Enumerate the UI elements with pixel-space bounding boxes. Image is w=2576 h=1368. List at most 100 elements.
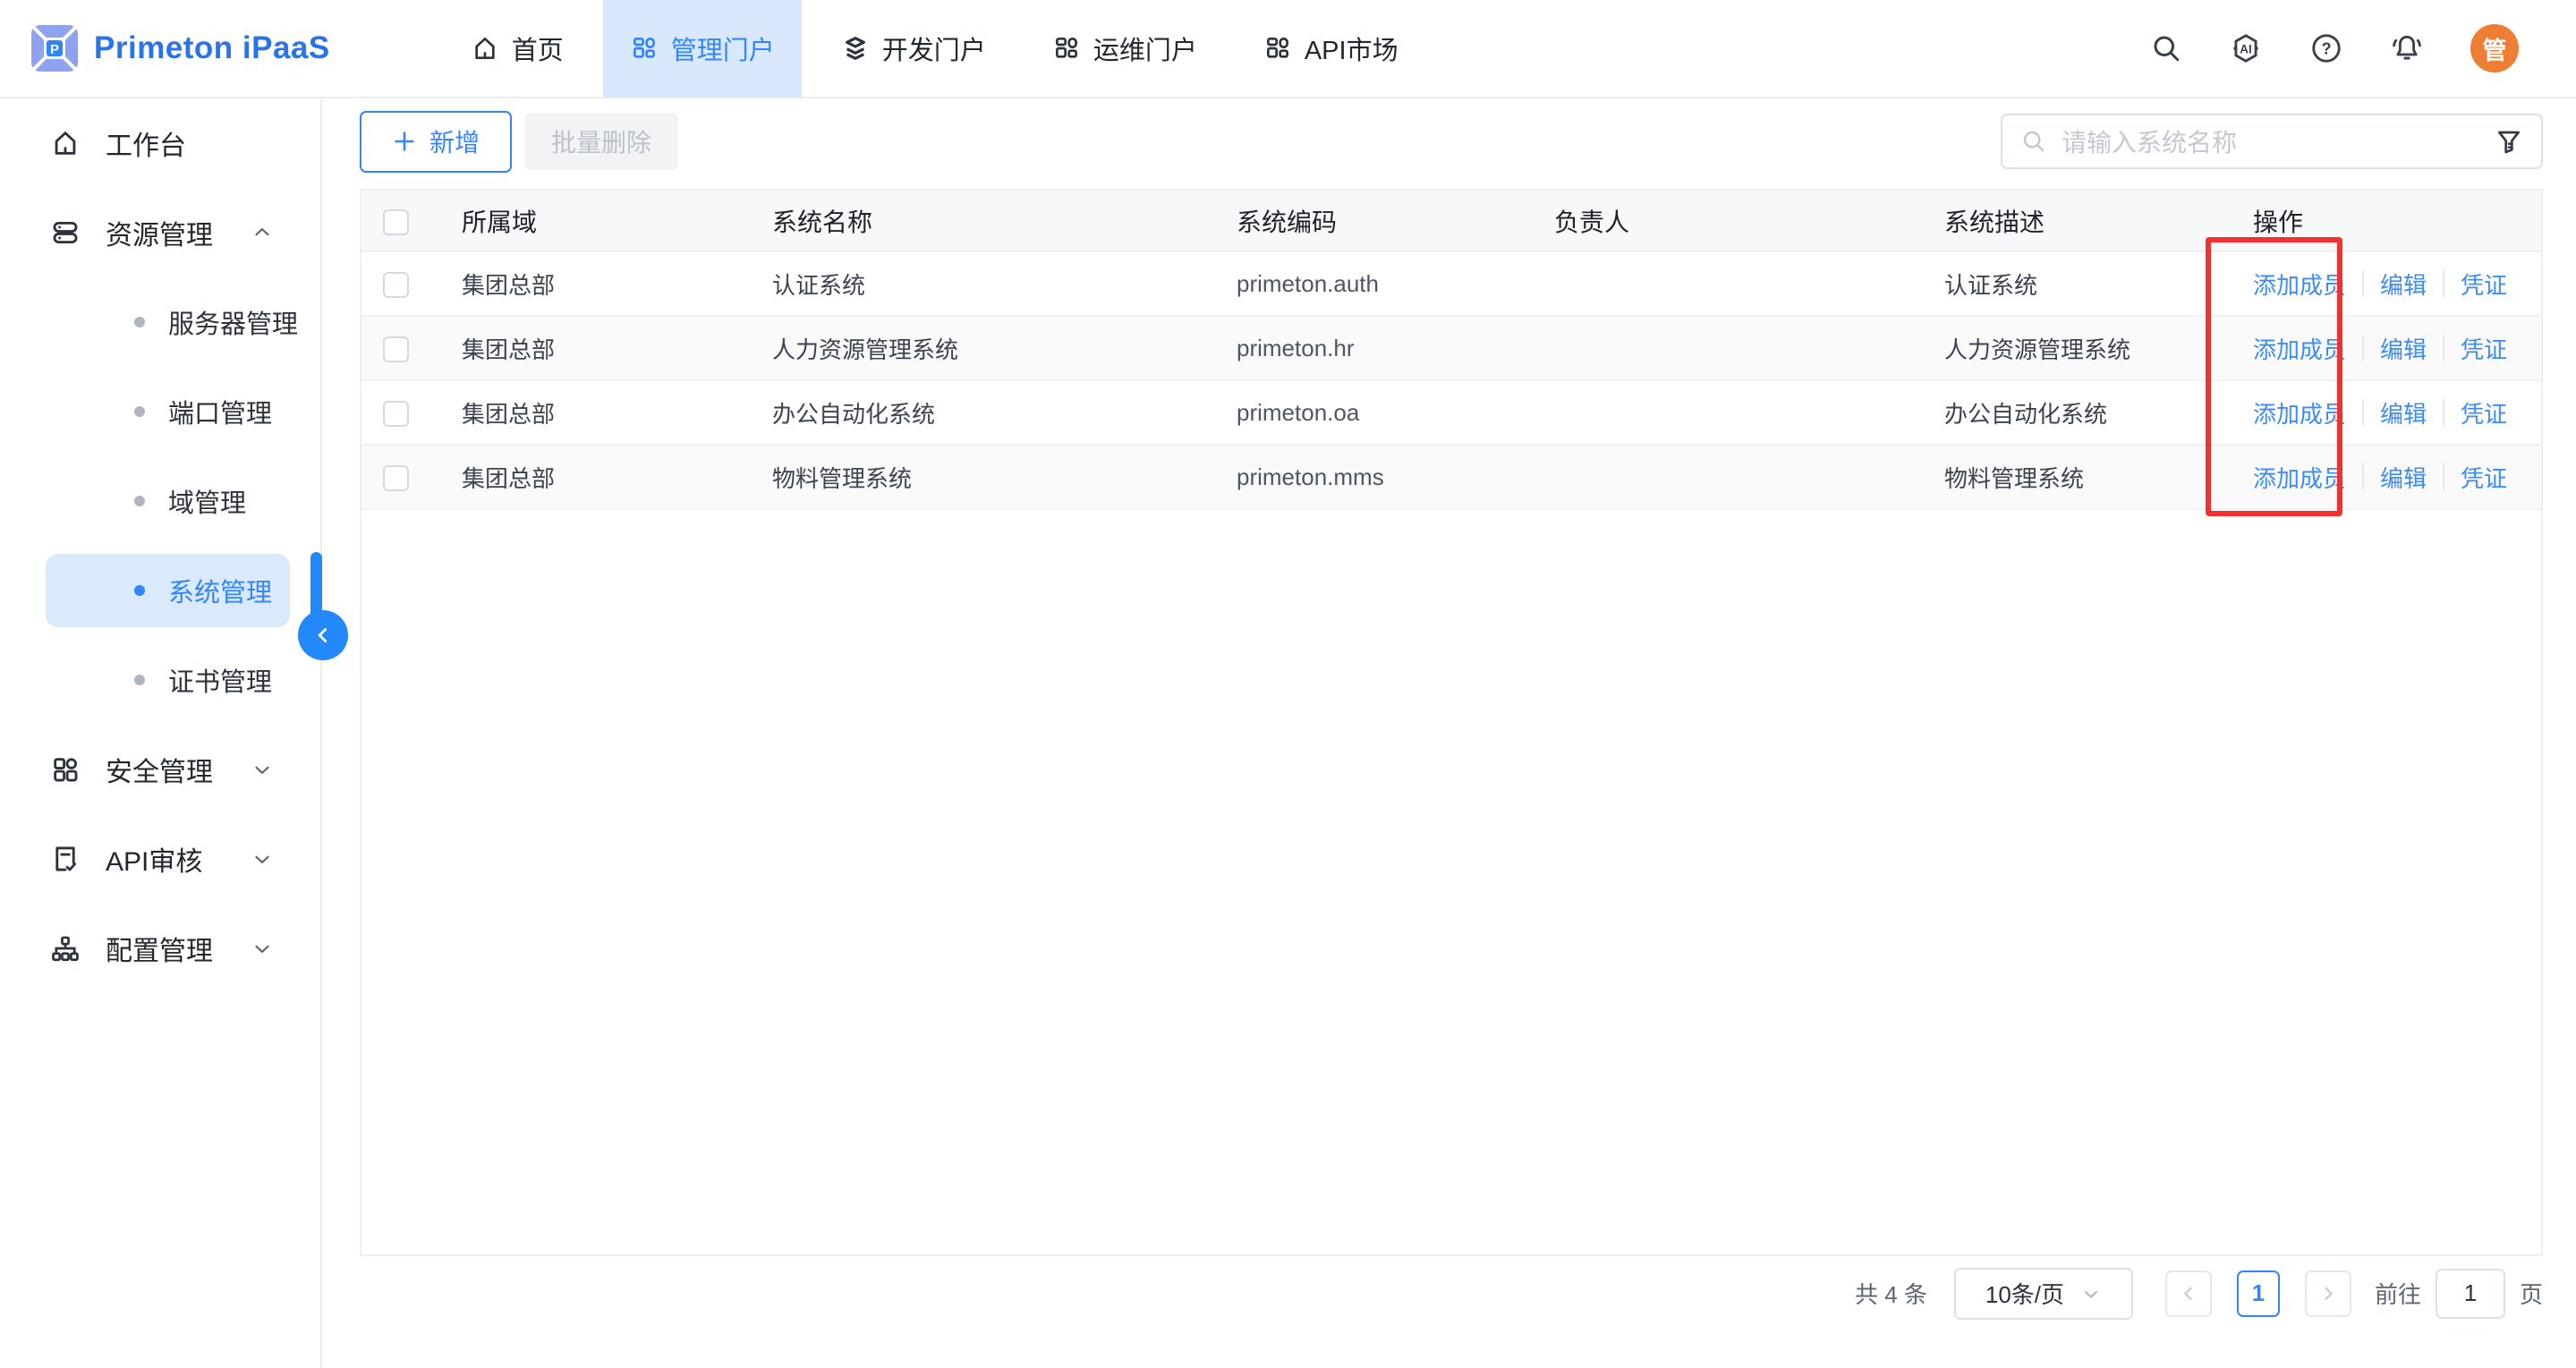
- brand: P Primeton iPaaS: [0, 23, 330, 73]
- credential-link[interactable]: 凭证: [2461, 461, 2507, 494]
- row-checkbox[interactable]: [383, 465, 409, 491]
- divider: [2362, 463, 2364, 490]
- search-input[interactable]: 请输入系统名称: [2001, 114, 2543, 169]
- top-nav: 首页 管理门户 开发门户 运维门户 API市场: [438, 0, 1432, 98]
- sidebar-item-server-mgmt[interactable]: 服务器管理: [0, 277, 320, 367]
- user-avatar[interactable]: 管: [2470, 24, 2519, 72]
- column-header-actions: 操作: [2232, 191, 2541, 251]
- goto-page-input[interactable]: 1: [2436, 1269, 2505, 1319]
- row-actions: 添加成员 编辑 凭证: [2253, 461, 2541, 494]
- filter-funnel-icon[interactable]: [2495, 127, 2523, 156]
- cell-domain: 集团总部: [440, 380, 751, 445]
- credential-link[interactable]: 凭证: [2461, 268, 2507, 301]
- notification-bell-icon[interactable]: [2390, 31, 2424, 65]
- bullet-dot-icon: [134, 317, 145, 327]
- chevron-left-icon: [311, 624, 335, 647]
- row-checkbox[interactable]: [383, 272, 409, 298]
- server-icon: [50, 217, 81, 248]
- cell-description: 物料管理系统: [1923, 445, 2232, 509]
- edit-link[interactable]: 编辑: [2380, 268, 2427, 301]
- add-button[interactable]: 新增: [360, 111, 512, 173]
- sidebar-item-cert-mgmt[interactable]: 证书管理: [0, 635, 320, 725]
- nav-ops-portal-label: 运维门户: [1093, 30, 1197, 67]
- grid-icon: [1263, 34, 1292, 63]
- sidebar-item-system-mgmt[interactable]: 系统管理: [46, 554, 290, 627]
- svg-text:P: P: [50, 42, 59, 57]
- sidebar-item-label: 安全管理: [106, 750, 213, 789]
- nav-api-market[interactable]: API市场: [1237, 0, 1425, 98]
- edit-link[interactable]: 编辑: [2380, 396, 2427, 429]
- sidebar-item-workbench[interactable]: 工作台: [0, 98, 320, 188]
- divider: [2362, 335, 2364, 361]
- credential-link[interactable]: 凭证: [2461, 396, 2507, 429]
- table-header-row: 所属域 系统名称 系统编码 负责人 系统描述 操作: [361, 191, 2541, 251]
- sidebar-item-label: API审核: [106, 839, 202, 879]
- sidebar-item-domain-mgmt[interactable]: 域管理: [0, 456, 320, 546]
- plus-icon: [392, 129, 417, 154]
- page-number-button[interactable]: 1: [2237, 1270, 2280, 1317]
- cell-system-code: primeton.mms: [1215, 445, 1533, 509]
- bullet-dot-icon: [134, 675, 145, 685]
- edit-link[interactable]: 编辑: [2380, 332, 2427, 365]
- divider: [2443, 463, 2444, 490]
- chevron-down-icon: [2080, 1283, 2102, 1304]
- document-check-icon: [50, 844, 81, 874]
- chevron-up-icon: [251, 221, 274, 244]
- svg-text:?: ?: [2321, 40, 2331, 58]
- prev-page-button[interactable]: [2165, 1270, 2212, 1317]
- batch-delete-label: 批量删除: [551, 123, 651, 159]
- chevron-down-icon: [251, 937, 274, 960]
- add-button-label: 新增: [429, 123, 480, 159]
- sidebar-item-config-mgmt[interactable]: 配置管理: [0, 904, 320, 993]
- search-icon: [2020, 128, 2047, 155]
- apps-icon: [50, 754, 81, 785]
- bullet-dot-icon: [134, 585, 145, 596]
- column-header-system-name: 系统名称: [751, 191, 1215, 251]
- grid-icon: [1052, 34, 1081, 63]
- nav-dev-portal-label: 开发门户: [882, 30, 986, 67]
- row-actions: 添加成员 编辑 凭证: [2253, 268, 2541, 301]
- search-icon[interactable]: [2150, 32, 2182, 64]
- select-all-checkbox[interactable]: [383, 209, 409, 235]
- divider: [2443, 335, 2444, 361]
- grid-icon: [630, 34, 659, 63]
- table-row: 集团总部 人力资源管理系统 primeton.hr 人力资源管理系统 添加成员 …: [361, 316, 2541, 380]
- column-header-system-code: 系统编码: [1215, 191, 1533, 251]
- sidebar: 工作台 资源管理 服务器管理 端口管理 域管理 系统管理 证书管理 安全管理: [0, 98, 322, 1368]
- bullet-dot-icon: [134, 496, 145, 506]
- sidebar-item-label: 端口管理: [168, 393, 272, 430]
- help-icon[interactable]: ?: [2309, 31, 2343, 65]
- nav-admin-portal[interactable]: 管理门户: [603, 0, 802, 98]
- sidebar-item-label: 资源管理: [106, 213, 213, 252]
- sidebar-item-api-review[interactable]: API审核: [0, 814, 320, 904]
- add-member-link[interactable]: 添加成员: [2253, 396, 2346, 429]
- sidebar-collapse-button[interactable]: [298, 610, 348, 660]
- credential-link[interactable]: 凭证: [2461, 332, 2507, 365]
- batch-delete-button[interactable]: 批量删除: [524, 113, 678, 170]
- row-checkbox[interactable]: [383, 401, 409, 427]
- sidebar-item-port-mgmt[interactable]: 端口管理: [0, 367, 320, 456]
- nav-dev-portal[interactable]: 开发门户: [814, 0, 1013, 98]
- add-member-link[interactable]: 添加成员: [2253, 332, 2346, 365]
- nav-ops-portal[interactable]: 运维门户: [1025, 0, 1224, 98]
- column-header-domain: 所属域: [440, 191, 751, 251]
- page-size-select[interactable]: 10条/页: [1954, 1268, 2133, 1320]
- divider: [2443, 270, 2444, 297]
- add-member-link[interactable]: 添加成员: [2253, 461, 2346, 494]
- svg-text:AI: AI: [2240, 43, 2251, 56]
- ai-assistant-icon[interactable]: AI: [2229, 31, 2263, 65]
- sidebar-item-security-mgmt[interactable]: 安全管理: [0, 725, 320, 814]
- row-actions: 添加成员 编辑 凭证: [2253, 396, 2541, 429]
- nav-home[interactable]: 首页: [444, 0, 591, 98]
- sidebar-item-resource-mgmt[interactable]: 资源管理: [0, 188, 320, 277]
- next-page-button[interactable]: [2305, 1270, 2351, 1317]
- home-icon: [471, 34, 499, 63]
- add-member-link[interactable]: 添加成员: [2253, 268, 2346, 301]
- cell-owner: [1533, 445, 1923, 509]
- toolbar: 新增 批量删除 请输入系统名称: [360, 110, 2543, 173]
- header-actions: AI ? 管: [2150, 24, 2576, 72]
- row-checkbox[interactable]: [383, 336, 409, 362]
- edit-link[interactable]: 编辑: [2380, 461, 2427, 494]
- main-content: 新增 批量删除 请输入系统名称 所属域 系统名称: [322, 98, 2576, 1368]
- cell-system-code: primeton.hr: [1215, 316, 1533, 380]
